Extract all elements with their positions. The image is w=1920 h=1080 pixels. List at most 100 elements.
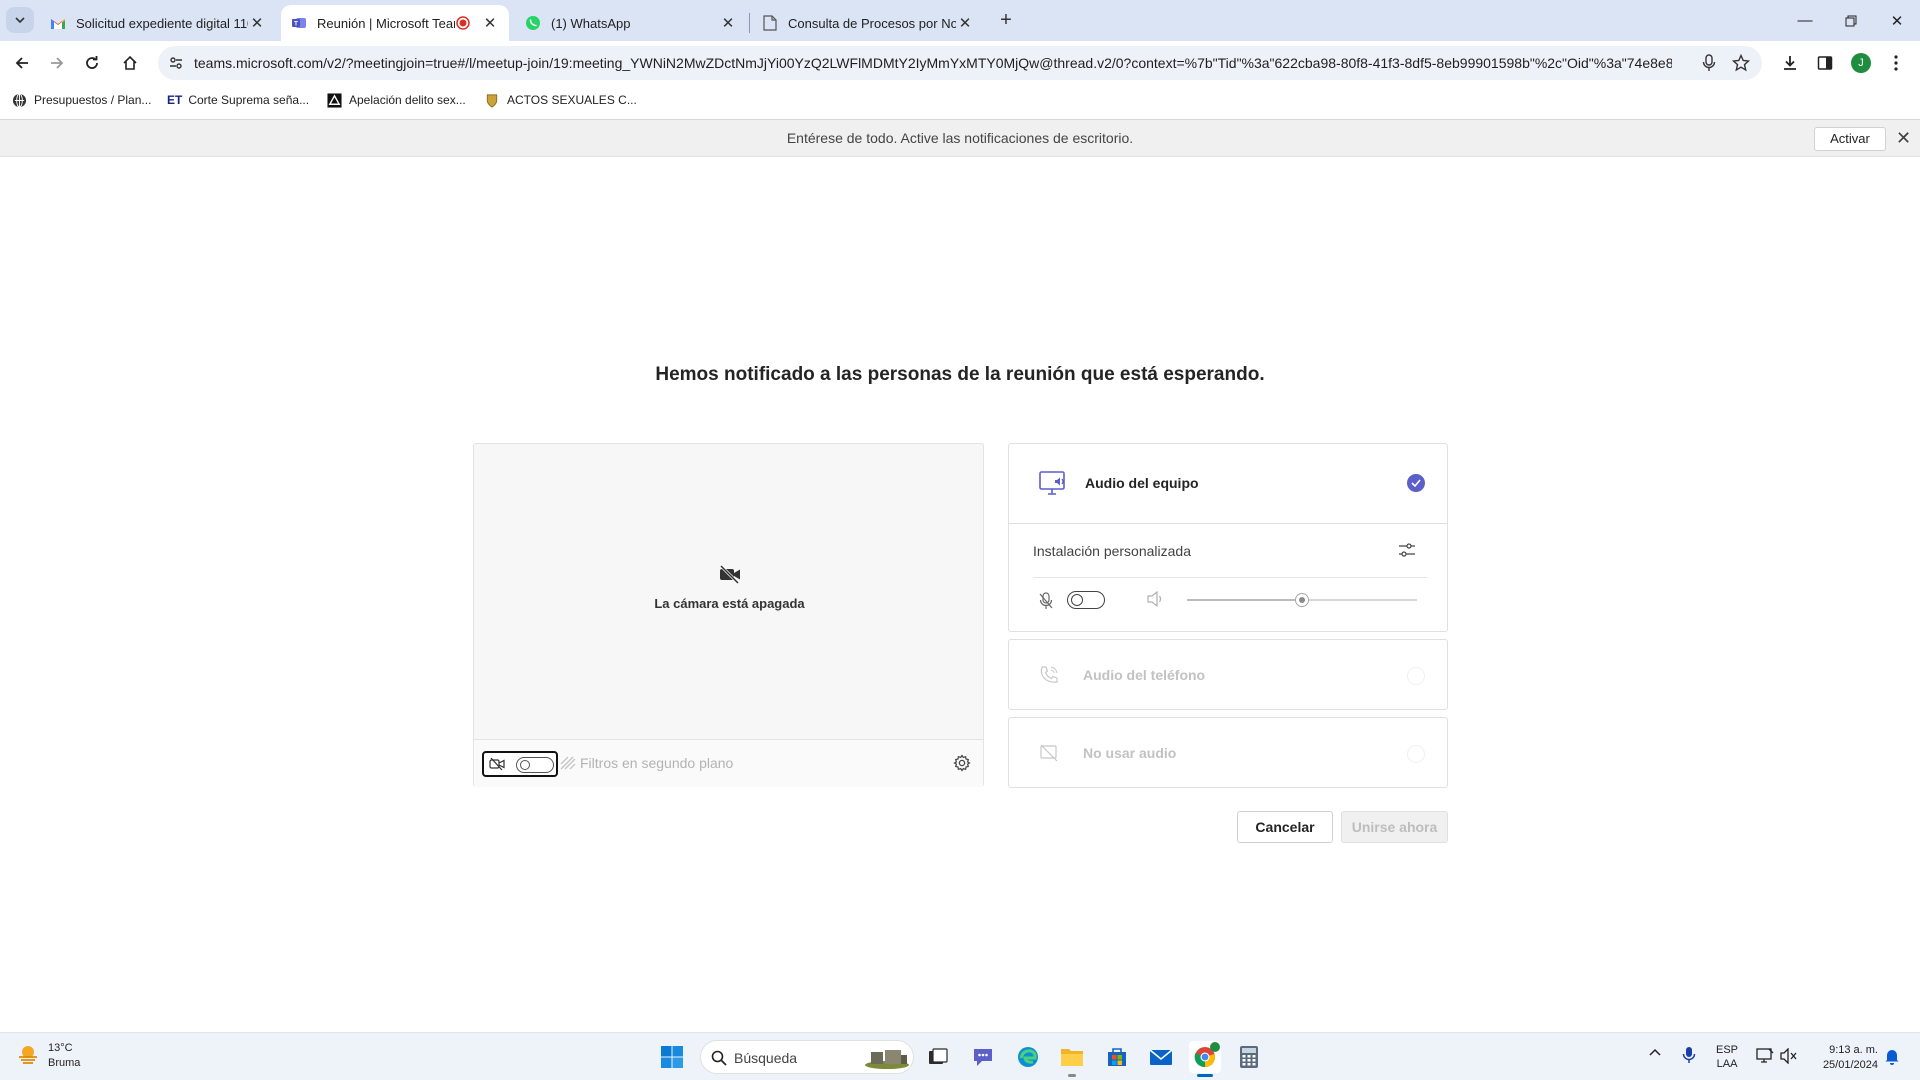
clock[interactable]: 9:13 a. m. 25/01/2024 bbox=[1810, 1043, 1878, 1080]
tab-whatsapp[interactable]: (1) WhatsApp ✕ bbox=[515, 5, 747, 41]
avatar: J bbox=[1851, 53, 1871, 73]
bookmark-actos-sexuales[interactable]: ACTOS SEXUALES C... bbox=[484, 92, 637, 108]
computer-audio-label: Audio del equipo bbox=[1085, 475, 1199, 491]
mail-button[interactable] bbox=[1145, 1041, 1177, 1073]
volume-button[interactable] bbox=[1780, 1047, 1798, 1080]
side-panel-button[interactable] bbox=[1811, 49, 1839, 77]
tab-separator bbox=[749, 13, 750, 33]
taskbar-search[interactable]: Búsqueda bbox=[700, 1040, 914, 1074]
whatsapp-icon bbox=[525, 15, 541, 31]
microphone-icon[interactable] bbox=[1702, 54, 1716, 77]
site-info-icon[interactable] bbox=[168, 55, 184, 76]
page-title: Hemos notificado a las personas de la re… bbox=[655, 364, 1265, 385]
camera-toggle[interactable] bbox=[482, 751, 558, 777]
microphone-icon bbox=[1682, 1047, 1696, 1063]
home-icon bbox=[123, 55, 137, 70]
no-audio-option[interactable]: No usar audio bbox=[1008, 717, 1448, 788]
crest-icon bbox=[484, 92, 500, 108]
camera-off-text: La cámara está apagada bbox=[654, 596, 805, 611]
activate-notifications-button[interactable]: Activar bbox=[1814, 127, 1886, 151]
close-icon: ✕ bbox=[1890, 12, 1904, 30]
start-button[interactable] bbox=[656, 1041, 688, 1073]
microphone-toggle[interactable] bbox=[1067, 591, 1105, 609]
new-tab-button[interactable]: + bbox=[992, 6, 1020, 34]
network-button[interactable] bbox=[1756, 1048, 1774, 1080]
close-tab-icon[interactable]: ✕ bbox=[248, 14, 266, 32]
switch-knob bbox=[520, 760, 530, 770]
bookmark-apelacion[interactable]: Apelación delito sex... bbox=[326, 92, 466, 108]
switch-knob bbox=[1071, 594, 1083, 606]
tab-consulta-procesos[interactable]: Consulta de Procesos por Nom ✕ bbox=[752, 5, 984, 41]
camera-off-icon bbox=[474, 564, 985, 589]
url-text[interactable]: teams.microsoft.com/v2/?meetingjoin=true… bbox=[194, 46, 1672, 80]
side-panel-icon bbox=[1817, 56, 1833, 70]
close-tab-icon[interactable]: ✕ bbox=[719, 14, 737, 32]
slider-thumb[interactable] bbox=[1295, 593, 1309, 607]
restore-button[interactable] bbox=[1828, 0, 1874, 41]
downloads-button[interactable] bbox=[1776, 49, 1804, 77]
tab-gmail[interactable]: Solicitud expediente digital 110 ✕ bbox=[40, 5, 276, 41]
speaker-volume-slider[interactable] bbox=[1187, 593, 1417, 607]
mic-off-icon bbox=[1039, 592, 1053, 615]
computer-audio-header[interactable]: Audio del equipo bbox=[1009, 444, 1447, 524]
minimize-button[interactable]: — bbox=[1782, 0, 1828, 41]
computer-audio-icon bbox=[1039, 470, 1067, 503]
browser-menu-button[interactable] bbox=[1882, 49, 1910, 77]
clock-date: 25/01/2024 bbox=[1822, 1059, 1878, 1071]
dismiss-banner-button[interactable]: ✕ bbox=[1896, 128, 1911, 148]
phone-audio-option[interactable]: Audio del teléfono bbox=[1008, 639, 1448, 710]
profile-button[interactable]: J bbox=[1847, 49, 1875, 77]
chrome-button[interactable] bbox=[1189, 1041, 1221, 1077]
input-language-button[interactable]: ESP LAA bbox=[1716, 1043, 1738, 1080]
back-button[interactable] bbox=[8, 49, 36, 77]
language-code: ESP bbox=[1716, 1044, 1739, 1056]
forward-button[interactable] bbox=[43, 49, 71, 77]
selected-check-icon bbox=[1407, 474, 1425, 492]
show-hidden-icons-button[interactable] bbox=[1648, 1046, 1662, 1080]
browser-tab-strip: Solicitud expediente digital 110 ✕ T Reu… bbox=[0, 0, 1920, 41]
bookmark-presupuestos[interactable]: Presupuestos / Plan... bbox=[11, 92, 151, 108]
file-explorer-button[interactable] bbox=[1056, 1041, 1088, 1077]
task-view-button[interactable] bbox=[922, 1041, 954, 1073]
close-tab-icon[interactable]: ✕ bbox=[956, 14, 974, 32]
tab-teams[interactable]: T Reunión | Microsoft Teams ✕ bbox=[281, 5, 509, 41]
hazy-sun-icon bbox=[16, 1042, 40, 1071]
star-icon[interactable] bbox=[1731, 53, 1751, 77]
volume-muted-icon bbox=[1780, 1047, 1797, 1065]
bell-icon bbox=[1885, 1050, 1899, 1065]
bookmark-corte-suprema[interactable]: ET Corte Suprema seña... bbox=[167, 92, 309, 108]
join-now-button[interactable]: Unirse ahora bbox=[1341, 811, 1448, 843]
cancel-button[interactable]: Cancelar bbox=[1237, 811, 1333, 843]
bookmarks-bar: Presupuestos / Plan... ET Corte Suprema … bbox=[0, 84, 1920, 120]
no-audio-label: No usar audio bbox=[1083, 745, 1177, 761]
gmail-icon bbox=[50, 15, 66, 31]
minimize-icon: — bbox=[1797, 12, 1813, 29]
reload-button[interactable] bbox=[78, 49, 106, 77]
computer-audio-option[interactable]: Audio del equipo Instalación personaliza… bbox=[1008, 443, 1448, 632]
close-window-button[interactable]: ✕ bbox=[1874, 0, 1920, 41]
preview-controls: Filtros en segundo plano bbox=[474, 739, 983, 787]
chat-icon bbox=[974, 1049, 992, 1066]
bookmark-label: Apelación delito sex... bbox=[349, 93, 466, 107]
home-button[interactable] bbox=[116, 49, 144, 77]
teams-icon: T bbox=[291, 15, 307, 31]
teams-chat-button[interactable] bbox=[967, 1041, 999, 1073]
globe-icon bbox=[11, 92, 27, 108]
notifications-button[interactable] bbox=[1884, 1048, 1900, 1080]
background-filters-button[interactable]: Filtros en segundo plano bbox=[580, 755, 733, 771]
close-tab-icon[interactable]: ✕ bbox=[481, 14, 499, 32]
gear-icon[interactable] bbox=[953, 754, 971, 777]
phone-icon bbox=[1039, 665, 1059, 690]
store-button[interactable] bbox=[1101, 1041, 1133, 1073]
calculator-button[interactable] bbox=[1233, 1041, 1265, 1073]
device-settings-icon[interactable] bbox=[1398, 542, 1416, 563]
edge-button[interactable] bbox=[1012, 1041, 1044, 1073]
background-filters-icon bbox=[560, 755, 576, 776]
address-bar[interactable]: teams.microsoft.com/v2/?meetingjoin=true… bbox=[158, 46, 1762, 80]
radio-icon bbox=[1407, 667, 1425, 685]
tab-search-button[interactable] bbox=[6, 7, 34, 33]
mic-tray-button[interactable] bbox=[1682, 1046, 1696, 1080]
weather-widget[interactable]: 13°C Bruma bbox=[16, 1041, 80, 1071]
arrow-right-icon bbox=[51, 57, 64, 69]
camera-switch[interactable] bbox=[516, 757, 554, 773]
